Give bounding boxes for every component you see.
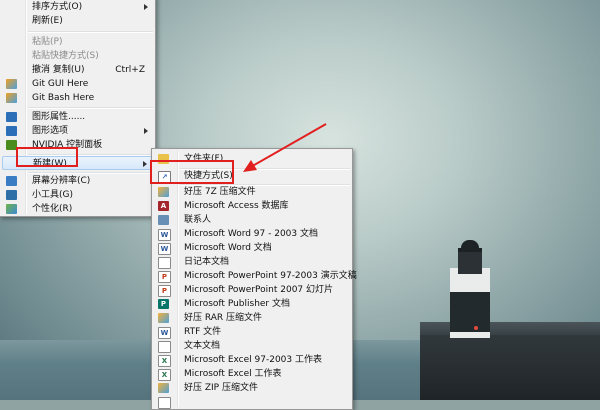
submenu-item-journal[interactable]: 日记本文档 — [154, 255, 350, 269]
menu-item-label: 小工具(G) — [32, 190, 73, 200]
menu-item-git-gui[interactable]: Git GUI Here — [2, 77, 153, 91]
menu-item-label: 粘贴快捷方式(S) — [32, 51, 99, 61]
menu-item-label: Git Bash Here — [32, 93, 95, 103]
text-doc-icon — [158, 341, 171, 353]
submenu-item-ppt97[interactable]: P Microsoft PowerPoint 97-2003 演示文稿 — [154, 269, 357, 283]
menu-separator — [28, 107, 153, 109]
submenu-item-text-document[interactable]: 文本文档 — [154, 339, 350, 353]
menu-item-label: RTF 文件 — [184, 327, 222, 337]
menu-item-undo-copy[interactable]: 撤消 复制(U) Ctrl+Z — [2, 63, 153, 77]
ppt97-icon: P — [158, 271, 171, 283]
word97-icon: W — [158, 229, 171, 241]
submenu-item-more[interactable] — [154, 395, 350, 409]
menu-item-shortcut: Ctrl+Z — [115, 65, 145, 75]
wallpaper-pier — [420, 335, 600, 400]
menu-item-label: Microsoft Excel 工作表 — [184, 369, 282, 379]
personalize-icon — [6, 204, 17, 214]
menu-item-label: 撤消 复制(U) — [32, 65, 85, 75]
new-submenu: 文件夹(F) ↗ 快捷方式(S) 好压 7Z 压缩文件 A Microsoft … — [151, 148, 357, 410]
menu-item-label: 个性化(R) — [32, 204, 73, 214]
rtf-icon: W — [158, 327, 171, 339]
highlight-new-item — [16, 147, 78, 167]
menu-item-paste-shortcut[interactable]: 粘贴快捷方式(S) — [2, 49, 153, 63]
menu-item-label: 刷新(E) — [32, 16, 63, 26]
submenu-item-word[interactable]: W Microsoft Word 文档 — [154, 241, 350, 255]
menu-item-label: Microsoft Excel 97-2003 工作表 — [184, 355, 322, 365]
menu-item-label: 图形属性...... — [32, 112, 86, 122]
wallpaper-lighthouse-band — [450, 292, 490, 332]
menu-item-graphics-options[interactable]: 图形选项 — [2, 124, 153, 138]
menu-item-refresh[interactable]: 刷新(E) — [2, 14, 153, 28]
word-icon: W — [158, 243, 171, 255]
submenu-item-publisher[interactable]: P Microsoft Publisher 文档 — [154, 297, 350, 311]
submenu-item-excel97[interactable]: X Microsoft Excel 97-2003 工作表 — [154, 353, 350, 367]
submenu-item-excel[interactable]: X Microsoft Excel 工作表 — [154, 367, 350, 381]
display-icon — [6, 176, 17, 186]
graphics-properties-icon — [6, 112, 17, 122]
excel97-icon: X — [158, 355, 171, 367]
excel-icon: X — [158, 369, 171, 381]
menu-item-label: 文本文档 — [184, 341, 221, 351]
haozip-zip-icon — [158, 383, 169, 393]
submenu-item-rtf[interactable]: W RTF 文件 — [154, 325, 350, 339]
wallpaper-lighthouse-lamp — [458, 248, 482, 274]
gadgets-icon — [6, 190, 17, 200]
submenu-item-haozip-rar[interactable]: 好压 RAR 压缩文件 — [154, 311, 350, 325]
menu-item-label: Microsoft Publisher 文档 — [184, 299, 290, 309]
submenu-item-haozip-7z[interactable]: 好压 7Z 压缩文件 — [154, 185, 350, 199]
menu-item-graphics-properties[interactable]: 图形属性...... — [2, 110, 153, 124]
git-bash-icon — [6, 93, 17, 103]
menu-item-gadgets[interactable]: 小工具(G) — [2, 188, 153, 202]
menu-item-paste[interactable]: 粘贴(P) — [2, 35, 153, 49]
wallpaper-lamp-light — [474, 326, 478, 330]
menu-item-label: 排序方式(O) — [32, 2, 83, 12]
menu-item-label: 图形选项 — [32, 126, 69, 136]
menu-separator — [28, 31, 153, 33]
menu-item-sort-by[interactable]: 排序方式(O) — [2, 0, 153, 14]
submenu-item-access[interactable]: A Microsoft Access 数据库 — [154, 199, 350, 213]
menu-item-label: Microsoft Word 97 - 2003 文档 — [184, 229, 318, 239]
submenu-item-word97[interactable]: W Microsoft Word 97 - 2003 文档 — [154, 227, 350, 241]
contact-icon — [158, 215, 169, 225]
highlight-shortcut-item — [150, 160, 234, 184]
menu-item-label: Microsoft Access 数据库 — [184, 201, 289, 211]
haozip-7z-icon — [158, 187, 169, 197]
menu-item-label: 好压 7Z 压缩文件 — [184, 187, 256, 197]
submenu-item-ppt2007[interactable]: P Microsoft PowerPoint 2007 幻灯片 — [154, 283, 350, 297]
menu-item-label: 屏幕分辨率(C) — [32, 176, 91, 186]
submenu-item-haozip-zip[interactable]: 好压 ZIP 压缩文件 — [154, 381, 350, 395]
submenu-item-contact[interactable]: 联系人 — [154, 213, 350, 227]
menu-item-label: Microsoft PowerPoint 97-2003 演示文稿 — [184, 271, 357, 281]
graphics-options-icon — [6, 126, 17, 136]
document-icon — [158, 397, 171, 409]
chevron-right-icon — [144, 4, 148, 10]
wallpaper-lighthouse-cap — [461, 240, 479, 250]
access-icon: A — [158, 201, 169, 211]
ppt2007-icon: P — [158, 285, 171, 297]
menu-item-label: 联系人 — [184, 215, 212, 225]
menu-item-label: 好压 RAR 压缩文件 — [184, 313, 263, 323]
chevron-right-icon — [143, 161, 147, 167]
menu-item-label: 好压 ZIP 压缩文件 — [184, 383, 258, 393]
chevron-right-icon — [144, 128, 148, 134]
desktop-context-menu: 排序方式(O) 刷新(E) 粘贴(P) 粘贴快捷方式(S) 撤消 复制(U) C… — [0, 0, 156, 217]
menu-item-label: 日记本文档 — [184, 257, 230, 267]
menu-item-git-bash[interactable]: Git Bash Here — [2, 91, 153, 105]
publisher-icon: P — [158, 299, 169, 309]
menu-item-label: Microsoft Word 文档 — [184, 243, 272, 253]
menu-item-personalize[interactable]: 个性化(R) — [2, 202, 153, 216]
haozip-rar-icon — [158, 313, 169, 323]
git-gui-icon — [6, 79, 17, 89]
menu-item-screen-resolution[interactable]: 屏幕分辨率(C) — [2, 174, 153, 188]
menu-item-label: Microsoft PowerPoint 2007 幻灯片 — [184, 285, 334, 295]
journal-icon — [158, 257, 171, 269]
menu-item-label: Git GUI Here — [32, 79, 89, 89]
menu-item-label: 粘贴(P) — [32, 37, 63, 47]
